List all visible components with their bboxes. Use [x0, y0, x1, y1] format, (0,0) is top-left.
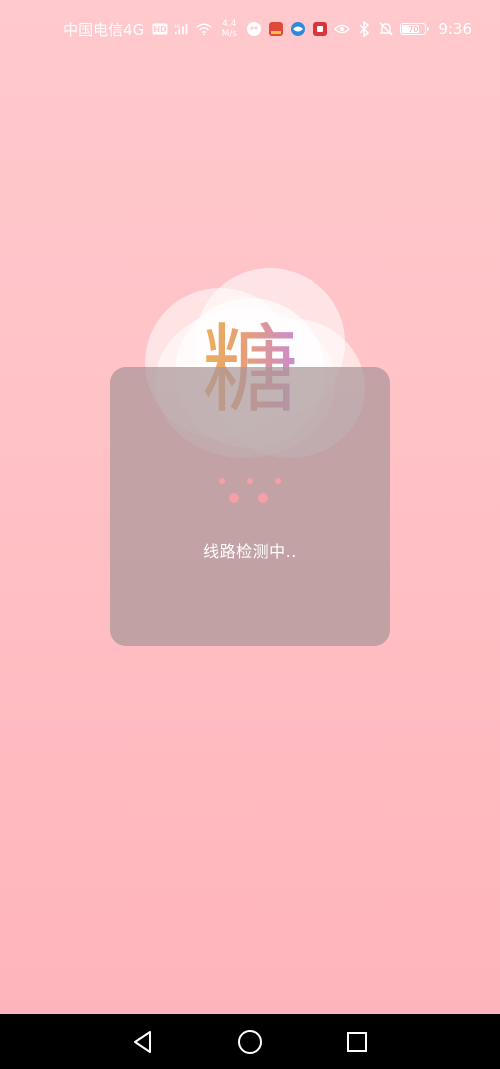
loading-dot [229, 493, 239, 503]
browser-icon [290, 21, 306, 37]
loading-dot [275, 478, 281, 484]
loading-spinner [110, 470, 390, 510]
net-speed-value: 4.4 [222, 19, 237, 29]
loading-dot [219, 478, 225, 484]
back-button[interactable] [123, 1022, 163, 1062]
news-icon [268, 21, 284, 37]
status-bar: 中国电信4G HD 4G 4.4 M/s 70 9:36 [0, 0, 500, 58]
signal-type-text: 4G [174, 24, 181, 30]
wifi-icon [196, 21, 212, 37]
bluetooth-icon [356, 21, 372, 37]
navigation-bar [0, 1014, 500, 1069]
carrier-label: 中国电信4G [63, 20, 145, 39]
hd-badge-text: HD [154, 25, 168, 34]
app-notification-icon [246, 21, 262, 37]
recents-icon [346, 1031, 367, 1052]
splash-screen: 中国电信4G HD 4G 4.4 M/s 70 9:36 线路检测中.. [0, 0, 500, 1069]
back-icon [134, 1030, 152, 1053]
loading-dot [247, 478, 253, 484]
loading-dot [258, 493, 268, 503]
app-icon [312, 21, 328, 37]
loading-message: 线路检测中.. [203, 542, 297, 561]
eye-icon [334, 21, 351, 37]
mute-icon [378, 21, 394, 37]
recents-button[interactable] [337, 1022, 377, 1062]
home-icon [237, 1029, 262, 1054]
net-speed-unit: M/s [221, 29, 238, 39]
battery-level: 70 [408, 24, 419, 34]
hd-icon: HD [152, 21, 168, 37]
net-speed: 4.4 M/s [218, 19, 240, 39]
signal-icon: 4G [174, 21, 190, 37]
clock: 9:36 [438, 20, 472, 38]
battery-icon: 70 [400, 23, 430, 35]
home-button[interactable] [230, 1022, 270, 1062]
